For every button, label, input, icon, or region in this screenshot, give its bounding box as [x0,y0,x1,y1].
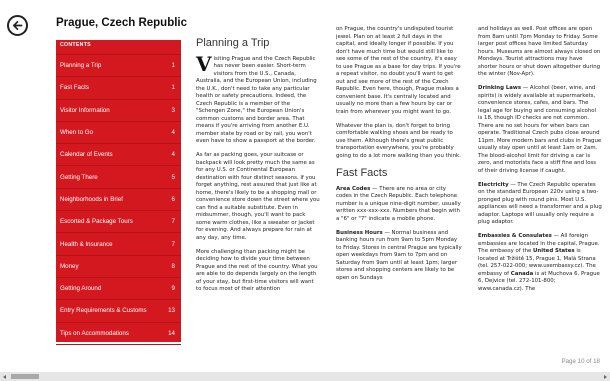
paragraph: As far as packing goes, your suitcase or… [196,152,320,241]
article-column-3: and holidays as well. Post offices are o… [478,26,602,300]
fact-label: Electricity [478,181,509,188]
toc-item-page: 14 [168,329,175,337]
toc-item-page: 9 [171,285,175,293]
toc-item[interactable]: Getting Around 9 [56,276,181,299]
horizontal-scrollbar[interactable] [0,372,610,381]
fact-embassies: Embassies & Consulates — All foreign emb… [478,233,602,293]
page-indicator: Page 10 of 18 [561,358,600,365]
toc-item[interactable]: When to Go 4 [56,120,181,143]
fact-emphasis: Canada [510,270,534,277]
toc-item[interactable]: Escorted & Package Tours 7 [56,210,181,232]
toc-item[interactable]: Sustainable Travel & Ecotourism 14 [56,343,181,366]
arrow-left-icon [13,21,23,30]
toc-item-label: Calendar of Events [60,151,113,159]
fact-text: — The Czech Republic operates on the sta… [478,181,602,226]
toc-item-label: Escorted & Package Tours [60,218,133,226]
toc-item-page: 7 [171,218,175,226]
fact-label: Business Hours [336,229,383,236]
scroll-left-button[interactable] [0,372,9,381]
toc-item-label: Health & Insurance [60,240,113,248]
toc-item-label: Neighborhoods in Brief [60,195,123,203]
toc-item[interactable]: Visitor Information 3 [56,98,181,121]
arrow-left-small-icon [3,374,6,379]
drop-cap: V [196,51,212,76]
paragraph: and holidays as well. Post offices are o… [478,26,601,77]
fact-drinking-laws: Drinking Laws — Alcohol (beer, wine, and… [478,85,602,175]
fact-business-hours: Business Hours — Normal business and ban… [336,230,462,283]
scroll-right-button[interactable] [601,372,610,381]
toc-item-label: Fast Facts [60,84,89,92]
toc-item[interactable]: Health & Insurance 7 [56,232,181,254]
fact-label: Embassies & Consulates [478,233,552,239]
contents-sidebar: CONTENTS Planning a Trip 1 Fast Facts 1 Visi… [56,40,181,359]
toc-item[interactable]: Fast Facts 1 [56,76,181,98]
toc-item-page: 1 [171,62,175,70]
toc-item-page: 6 [171,195,175,203]
toc-item[interactable]: Getting There 5 [56,165,181,187]
fact-area-codes: Area Codes — There are no area or city c… [336,186,462,224]
toc-item-page: 3 [171,106,175,114]
toc-item-page: 14 [168,352,175,359]
fact-label: Area Codes [336,185,371,192]
paragraph: More challenging than packing might be d… [196,248,318,293]
section-heading-fast-facts: Fast Facts [336,167,388,179]
article-column-1: Planning a Trip Visiting Prague and the … [196,37,320,300]
toc-item-label: When to Go [60,129,94,137]
fact-text: — Normal business and banking hours run … [336,229,462,281]
back-button[interactable] [7,15,28,36]
toc-item-page: 4 [171,129,175,137]
paragraph: Visiting Prague and the Czech Republic h… [196,51,320,146]
toc-item[interactable]: Money 8 [56,254,181,277]
toc-item-page: 1 [171,84,175,92]
toc-item-label: Entry Requirements & Customs [60,307,147,315]
toc-item[interactable]: Planning a Trip 1 [56,54,181,76]
paragraph-text: isiting Prague and the Czech Republic ha… [196,55,317,145]
toc-item[interactable]: Tips on Accommodations 14 [56,321,181,344]
fact-emphasis: United States [533,248,575,254]
fact-electricity: Electricity — The Czech Republic operate… [478,182,602,227]
toc-item-label: Tips on Accommodations [60,329,129,337]
fact-label: Drinking Laws [478,85,522,91]
scroll-thumb[interactable] [11,374,39,379]
article-column-2: on Prague, the country's undisputed tour… [336,26,462,289]
toc-item-page: 13 [168,307,175,315]
paragraph: on Prague, the country's undisputed tour… [336,26,461,115]
toc-item-page: 7 [171,240,175,248]
toc-item-label: Visitor Information [60,106,110,114]
toc-item-label: Getting There [60,173,98,181]
toc-item[interactable]: Neighborhoods in Brief 6 [56,187,181,210]
section-heading-planning: Planning a Trip [196,37,270,49]
toc-item-label: Money [60,262,79,270]
fact-text: — Alcohol (beer, wine, and spirits) is w… [478,85,602,174]
toc-item-label: Planning a Trip [60,62,102,70]
toc-item-label: Sustainable Travel & Ecotourism [60,352,150,359]
toc-item-page: 8 [171,262,175,270]
toc-item-page: 5 [171,173,175,181]
toc-item-label: Getting Around [60,285,102,293]
page-title: Prague, Czech Republic [56,17,188,29]
toc-item[interactable]: Calendar of Events 4 [56,143,181,165]
toc-item-page: 4 [171,151,175,159]
contents-header: CONTENTS [60,42,91,48]
toc-item[interactable]: Entry Requirements & Customs 13 [56,299,181,321]
paragraph: Whatever the plan is, don't forget to br… [336,122,461,159]
arrow-right-small-icon [604,374,607,379]
